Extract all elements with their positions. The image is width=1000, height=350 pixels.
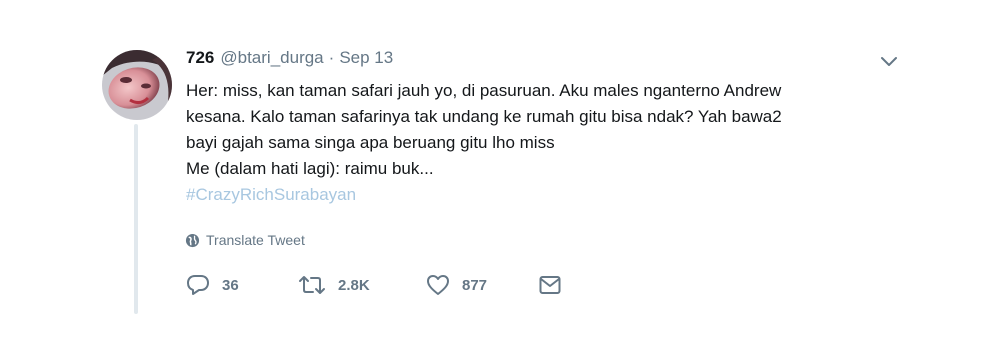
- separator-dot: ·: [328, 48, 335, 67]
- like-count: 877: [462, 276, 488, 294]
- tweet-text-line: bayi gajah sama singa apa beruang gitu l…: [186, 133, 555, 152]
- direct-message-button[interactable]: [538, 274, 574, 296]
- reply-icon: [187, 275, 209, 295]
- globe-icon: [185, 233, 200, 247]
- thread-line: [134, 124, 138, 314]
- tweet-text-line: Her: miss, kan taman safari jauh yo, di …: [186, 81, 782, 100]
- avatar[interactable]: [102, 50, 172, 120]
- display-name[interactable]: 726: [186, 48, 214, 68]
- reply-button[interactable]: 36: [186, 274, 298, 296]
- tweet-actions: 36 2.8K 877: [186, 272, 574, 298]
- tweet-text: Her: miss, kan taman safari jauh yo, di …: [186, 78, 886, 208]
- reply-count: 36: [222, 276, 239, 294]
- tweet-text-line: kesana. Kalo taman safarinya tak undang …: [186, 107, 782, 126]
- translate-tweet-link[interactable]: Translate Tweet: [185, 230, 305, 250]
- heart-icon: [427, 275, 449, 295]
- user-handle[interactable]: @btari_durga: [220, 48, 323, 68]
- retweet-button[interactable]: 2.8K: [298, 274, 426, 296]
- like-button[interactable]: 877: [426, 274, 538, 296]
- tweet-text-line: Me (dalam hati lagi): raimu buk...: [186, 159, 434, 178]
- retweet-icon: [299, 276, 325, 294]
- tweet: 726 @btari_durga · Sep 13 Her: miss, kan…: [0, 0, 1000, 350]
- tweet-date[interactable]: Sep 13: [339, 48, 393, 68]
- translate-label: Translate Tweet: [206, 232, 305, 248]
- hashtag-link[interactable]: #CrazyRichSurabayan: [186, 182, 886, 208]
- tweet-header: 726 @btari_durga · Sep 13: [186, 48, 393, 72]
- retweet-count: 2.8K: [338, 276, 370, 294]
- chevron-down-icon[interactable]: [878, 54, 900, 70]
- envelope-icon: [539, 276, 561, 294]
